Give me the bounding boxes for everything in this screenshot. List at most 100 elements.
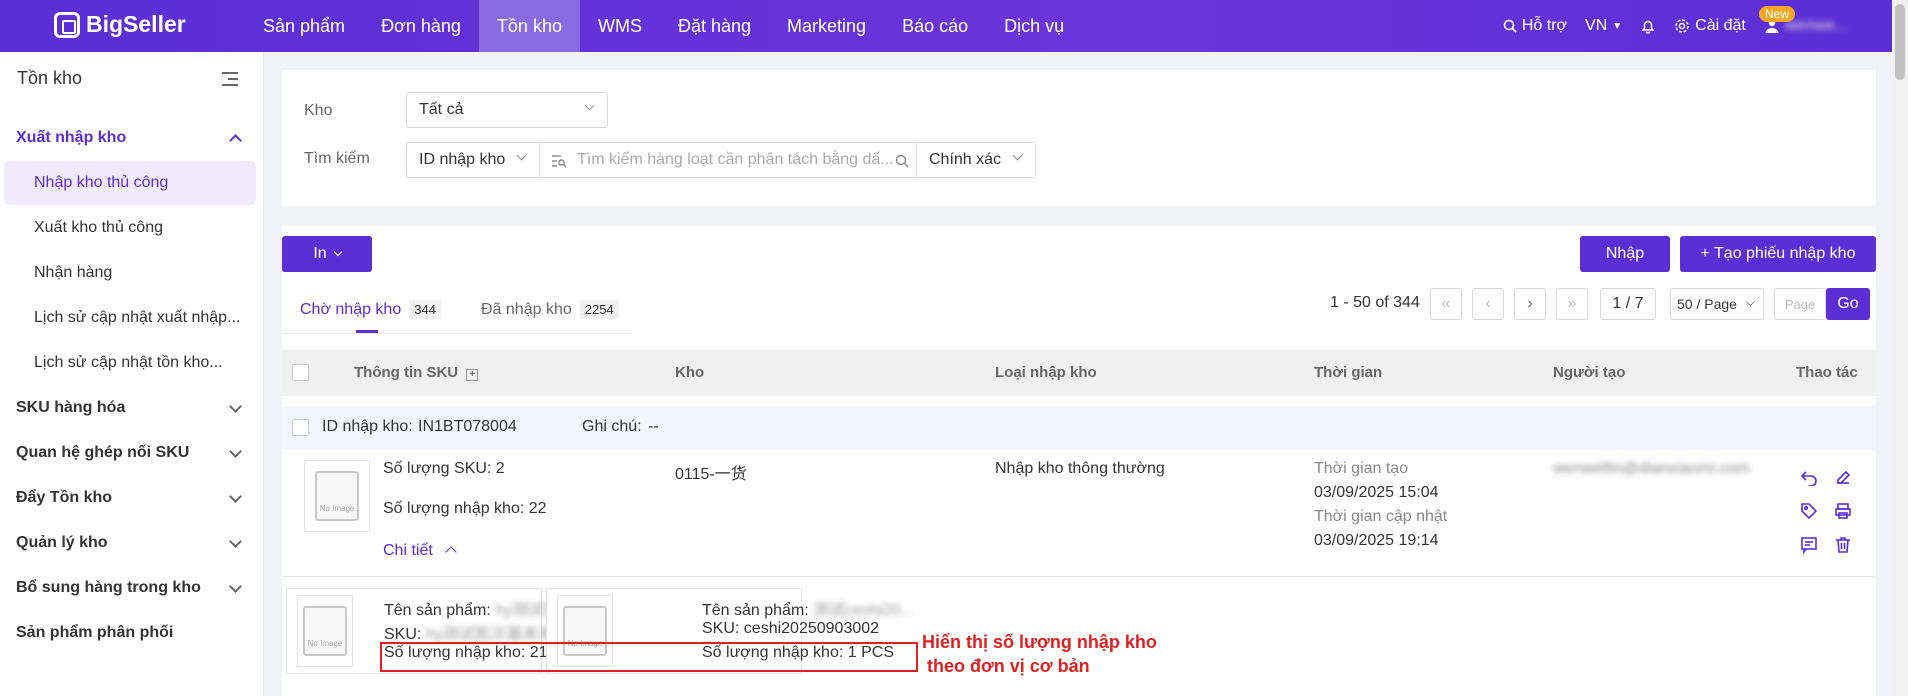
pager-range: 1 - 50 of 344 xyxy=(1330,294,1420,311)
filter-panel: Kho Tất cả Tìm kiếm ID nhập kho Tìm kiếm… xyxy=(282,70,1876,206)
sku-count: Số lượng SKU: 2 xyxy=(383,460,505,477)
language-select[interactable]: VN ▼ xyxy=(1585,17,1622,35)
chevron-down-icon: ⌵ xyxy=(1745,295,1755,309)
tab-cho-nhap-kho[interactable]: Chờ nhập kho 344 xyxy=(300,300,441,319)
sidebar-group-sku-hang-hoa[interactable]: SKU hàng hóa xyxy=(0,386,264,430)
search-input[interactable]: Tìm kiếm hàng loạt cần phân tách bằng dấ… xyxy=(539,142,917,178)
per-page-value: 50 / Page xyxy=(1677,296,1737,312)
search-icon xyxy=(1503,19,1517,33)
sidebar-group-label: Bổ sung hàng trong kho xyxy=(16,579,201,596)
trash-icon[interactable] xyxy=(1834,536,1852,554)
tag-icon[interactable] xyxy=(1800,502,1818,520)
first-page-button[interactable]: « xyxy=(1430,288,1462,320)
settings-button[interactable]: Cài đặt xyxy=(1674,17,1746,35)
sidebar-item-nhan-hang[interactable]: Nhận hàng xyxy=(4,251,256,295)
search-placeholder: Tìm kiếm hàng loạt cần phân tách bằng dấ… xyxy=(577,151,894,168)
order-note: -- xyxy=(648,418,659,435)
chevron-down-icon xyxy=(229,579,242,593)
logo-icon xyxy=(54,11,80,38)
message-icon[interactable] xyxy=(1800,536,1818,555)
order-note-label: Ghi chú: xyxy=(582,418,642,435)
expand-all-icon[interactable]: + xyxy=(466,369,479,381)
gear-icon xyxy=(1675,19,1689,33)
col-inbound-type: Loại nhập kho xyxy=(995,364,1097,381)
select-all-checkbox[interactable] xyxy=(292,364,309,381)
print-icon[interactable] xyxy=(1834,502,1852,520)
row-checkbox[interactable] xyxy=(292,419,309,436)
sidebar-item-lich-su-xuat-nhap[interactable]: Lịch sử cập nhật xuất nhập... xyxy=(4,296,256,340)
tab-label: Chờ nhập kho xyxy=(300,300,402,318)
sidebar: Tồn kho Xuất nhập kho Nhập kho thủ công … xyxy=(0,52,264,696)
nav-dich-vu[interactable]: Dịch vụ xyxy=(986,0,1082,52)
collapse-sidebar-icon[interactable] xyxy=(222,72,238,86)
user-name: wenwe... xyxy=(1784,17,1848,34)
order-id[interactable]: IN1BT078004 xyxy=(418,418,517,436)
last-page-button[interactable]: » xyxy=(1556,288,1588,320)
edit-icon[interactable] xyxy=(1834,468,1852,486)
tab-count: 344 xyxy=(409,300,441,319)
search-field-value: ID nhập kho xyxy=(419,151,506,168)
sidebar-group-san-pham-phan-phoi[interactable]: Sản phẩm phân phối xyxy=(0,611,264,655)
brand-name: BigSeller xyxy=(86,11,186,37)
col-time: Thời gian xyxy=(1314,364,1383,381)
settings-label: Cài đặt xyxy=(1695,17,1746,34)
product-name: Tên sản phẩm: 测试ceshi20... xyxy=(702,602,914,619)
nav-marketing[interactable]: Marketing xyxy=(769,0,884,52)
order-header-row: ID nhập kho: IN1BT078004 Ghi chú: -- xyxy=(282,406,1876,450)
main-list-panel: In Nhập + Tạo phiếu nhập kho Chờ nhập kh… xyxy=(282,226,1876,696)
nav-san-pham[interactable]: Sản phẩm xyxy=(245,0,363,52)
sidebar-group-quan-ly-kho[interactable]: Quản lý kho xyxy=(0,521,264,565)
inbound-type: Nhập kho thông thường xyxy=(995,460,1165,477)
print-button[interactable]: In xyxy=(282,236,372,272)
warehouse-label: Kho xyxy=(304,102,333,119)
import-button[interactable]: Nhập xyxy=(1580,236,1670,272)
chevron-down-icon xyxy=(229,534,242,548)
detail-toggle[interactable]: Chi tiết xyxy=(383,542,457,560)
annotation-note: Hiển thị số lượng nhập kho theo đơn vị c… xyxy=(922,632,1157,676)
page-scrollbar[interactable] xyxy=(1892,0,1908,696)
sidebar-item-nhap-kho-thu-cong[interactable]: Nhập kho thủ công xyxy=(4,161,256,205)
sidebar-group-label: Sản phẩm phân phối xyxy=(16,624,174,641)
sidebar-group-bo-sung-hang[interactable]: Bổ sung hàng trong kho xyxy=(0,566,264,610)
col-warehouse: Kho xyxy=(675,364,705,381)
nav-dat-hang[interactable]: Đặt hàng xyxy=(660,0,769,52)
scrollbar-thumb[interactable] xyxy=(1895,4,1905,80)
nav-ton-kho[interactable]: Tồn kho xyxy=(478,0,580,52)
chevron-up-icon xyxy=(445,546,457,558)
brand-logo[interactable]: BigSeller xyxy=(54,11,186,38)
tab-da-nhap-kho[interactable]: Đã nhập kho 2254 xyxy=(481,300,619,319)
top-navbar: BigSeller Sản phẩm Đơn hàng Tồn kho WMS … xyxy=(0,0,1908,52)
go-button[interactable]: Go xyxy=(1826,288,1870,320)
per-page-select[interactable]: 50 / Page ⌵ xyxy=(1670,288,1764,320)
help-link[interactable]: Hỗ trợ xyxy=(1503,17,1567,35)
detail-label: Chi tiết xyxy=(383,542,433,559)
chevron-down-icon xyxy=(229,399,242,413)
nav-don-hang[interactable]: Đơn hàng xyxy=(363,0,479,52)
sidebar-group-quan-he-ghep-noi[interactable]: Quan hệ ghép nối SKU xyxy=(0,431,264,475)
search-field-select[interactable]: ID nhập kho xyxy=(406,142,540,178)
nav-wms[interactable]: WMS xyxy=(580,0,660,52)
search-icon[interactable] xyxy=(895,154,909,168)
sidebar-group-label: Quan hệ ghép nối SKU xyxy=(16,444,190,461)
sidebar-item-xuat-kho-thu-cong[interactable]: Xuất kho thủ công xyxy=(4,206,256,250)
sidebar-group-xuat-nhap-kho[interactable]: Xuất nhập kho xyxy=(0,116,264,160)
search-label: Tìm kiếm xyxy=(304,150,370,167)
undo-icon[interactable] xyxy=(1800,468,1818,487)
next-page-button[interactable]: › xyxy=(1514,288,1546,320)
product-sku: SKU: ceshi20250903002 xyxy=(702,620,880,637)
nav-bao-cao[interactable]: Báo cáo xyxy=(884,0,986,52)
sidebar-group-day-ton-kho[interactable]: Đẩy Tồn kho xyxy=(0,476,264,520)
table-header: Thông tin SKU + Kho Loại nhập kho Thời g… xyxy=(282,350,1876,396)
create-inbound-button[interactable]: + Tạo phiếu nhập kho xyxy=(1680,236,1876,272)
page-jump-input[interactable]: Page xyxy=(1774,288,1826,320)
row-divider xyxy=(282,576,1876,577)
notification-button[interactable] xyxy=(1640,18,1656,34)
sidebar-group-label: Xuất nhập kho xyxy=(16,129,127,146)
updated-label: Thời gian cập nhật xyxy=(1314,508,1448,525)
chevron-down-icon xyxy=(229,489,242,503)
prev-page-button[interactable]: ‹ xyxy=(1472,288,1504,320)
match-mode-select[interactable]: Chính xác xyxy=(916,142,1036,178)
warehouse-select[interactable]: Tất cả xyxy=(406,92,608,128)
col-creator: Người tạo xyxy=(1553,364,1626,381)
sidebar-item-lich-su-ton-kho[interactable]: Lịch sử cập nhật tồn kho... xyxy=(4,341,256,385)
